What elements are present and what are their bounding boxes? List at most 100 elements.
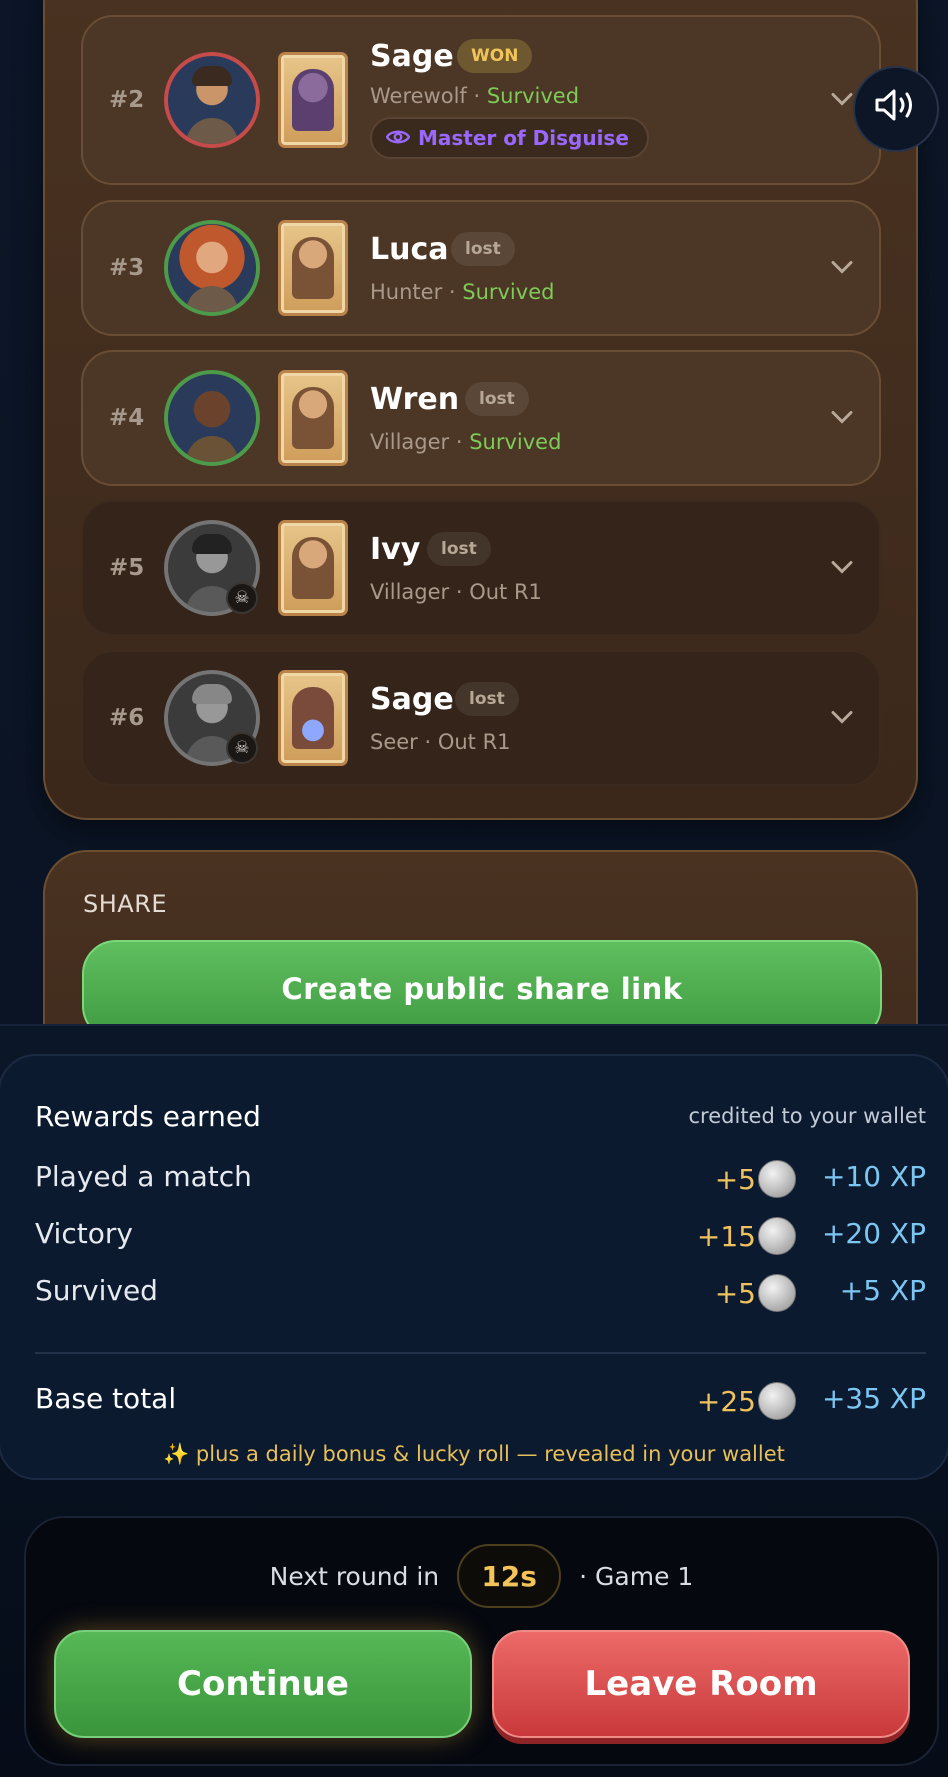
coin-icon (758, 1160, 796, 1198)
bottom-overlay: Rewards earned credited to your wallet P… (0, 1024, 948, 1777)
game-number: · Game 1 (579, 1561, 694, 1591)
player-name: Ivy (370, 532, 421, 567)
next-round-info: Next round in 12s · Game 1 (26, 1544, 937, 1608)
player-rank: #5 (109, 555, 145, 581)
action-bar: Next round in 12s · Game 1 Continue Leav… (24, 1516, 939, 1766)
reward-total-label: Base total (35, 1382, 177, 1415)
player-role: Seer (370, 730, 418, 754)
player-name: Sage (370, 682, 454, 717)
reward-total-xp: +35 XP (821, 1382, 926, 1415)
share-title: SHARE (83, 890, 168, 918)
reward-label: Victory (35, 1217, 133, 1250)
avatar-hair (192, 534, 232, 554)
player-row[interactable]: #4 Wren lost Villager · Survived (81, 350, 881, 486)
role-card (278, 370, 348, 466)
player-role-status: Hunter · Survived (370, 280, 554, 304)
skull-icon: ☠ (226, 732, 258, 764)
sound-toggle-button[interactable] (853, 66, 939, 152)
coin-icon (758, 1217, 796, 1255)
chevron-down-icon[interactable] (831, 256, 853, 281)
player-role-status: Werewolf · Survived (370, 84, 579, 108)
player-status: Survived (469, 430, 562, 454)
role-status-separator: · (449, 430, 470, 454)
villager-art (292, 537, 334, 599)
role-status-separator: · (442, 280, 463, 304)
role-status-separator: · (466, 84, 487, 108)
reward-total-row: Base total +25 +35 XP (35, 1382, 926, 1422)
player-row[interactable]: #2 Sage WON Werewolf · Survived Master o… (81, 15, 881, 185)
player-rank: #3 (109, 255, 145, 281)
avatar-body (186, 286, 238, 312)
reward-coins-value: +15 (696, 1219, 756, 1253)
result-badge: lost (451, 232, 515, 266)
reward-coins: +15 (697, 1217, 796, 1255)
player-status: Out R1 (469, 580, 542, 604)
reward-coins-value: +5 (714, 1276, 756, 1310)
next-round-prefix: Next round in (269, 1561, 440, 1591)
player-rank: #4 (109, 405, 145, 431)
seer-art (292, 687, 334, 749)
reward-row: Victory +15 +20 XP (35, 1217, 926, 1257)
player-role: Hunter (370, 280, 443, 304)
coin-icon (758, 1382, 796, 1420)
reward-label: Survived (35, 1274, 158, 1307)
eye-icon (385, 126, 411, 150)
leave-room-button[interactable]: Leave Room (492, 1630, 910, 1738)
player-avatar (164, 370, 260, 466)
player-name: Luca (370, 232, 449, 267)
reward-coins: +5 (715, 1274, 796, 1312)
reward-total-coins-value: +25 (696, 1384, 756, 1418)
player-row[interactable]: #6 ☠ Sage lost Seer · Out R1 (81, 650, 881, 786)
player-avatar (164, 52, 260, 148)
role-card (278, 520, 348, 616)
avatar-hair (192, 66, 232, 86)
chevron-down-icon[interactable] (831, 406, 853, 431)
reward-label: Played a match (35, 1160, 252, 1193)
countdown-timer: 12s (457, 1544, 562, 1608)
chevron-down-icon[interactable] (831, 706, 853, 731)
result-badge: lost (455, 682, 519, 716)
player-status: Survived (486, 84, 580, 108)
chevron-down-icon[interactable] (831, 556, 853, 581)
result-badge: WON (457, 39, 533, 73)
player-row[interactable]: #5 ☠ Ivy lost Villager · Out R1 (81, 500, 881, 636)
player-rank: #6 (109, 705, 145, 731)
player-avatar (164, 220, 260, 316)
player-name: Sage (370, 39, 454, 74)
role-card (278, 220, 348, 316)
reward-row: Played a match +5 +10 XP (35, 1160, 926, 1200)
rewards-divider (35, 1352, 926, 1354)
reward-xp: +20 XP (821, 1217, 926, 1250)
role-card (278, 52, 348, 148)
result-badge: lost (465, 382, 529, 416)
reward-coins-value: +5 (714, 1162, 756, 1196)
avatar-hair (192, 684, 232, 704)
rewards-footer: ✨ plus a daily bonus & lucky roll — reve… (163, 1442, 785, 1466)
role-status-separator: · (449, 580, 470, 604)
player-name: Wren (370, 382, 460, 417)
honor-badge: Master of Disguise (370, 117, 649, 159)
player-role: Werewolf (370, 84, 467, 108)
player-row[interactable]: #3 Luca lost Hunter · Survived (81, 200, 881, 336)
speaker-icon (874, 87, 918, 131)
result-badge: lost (427, 532, 491, 566)
reward-xp: +10 XP (821, 1160, 926, 1193)
reward-row: Survived +5 +5 XP (35, 1274, 926, 1314)
player-rank: #2 (109, 87, 145, 113)
continue-button[interactable]: Continue (54, 1630, 472, 1738)
player-role-status: Villager · Out R1 (370, 580, 542, 604)
rewards-card: Rewards earned credited to your wallet P… (0, 1054, 948, 1480)
reward-xp: +5 XP (839, 1274, 926, 1307)
reward-total-coins: +25 (697, 1382, 796, 1420)
role-status-separator: · (417, 730, 438, 754)
rewards-note: credited to your wallet (688, 1104, 926, 1128)
player-status: Out R1 (437, 730, 511, 754)
skull-icon: ☠ (226, 582, 258, 614)
chevron-down-icon[interactable] (831, 88, 853, 113)
player-status: Survived (462, 280, 555, 304)
player-role-status: Villager · Survived (370, 430, 561, 454)
honor-label: Master of Disguise (418, 126, 629, 150)
hunter-art (292, 237, 334, 299)
player-role: Villager (370, 430, 450, 454)
coin-icon (758, 1274, 796, 1312)
